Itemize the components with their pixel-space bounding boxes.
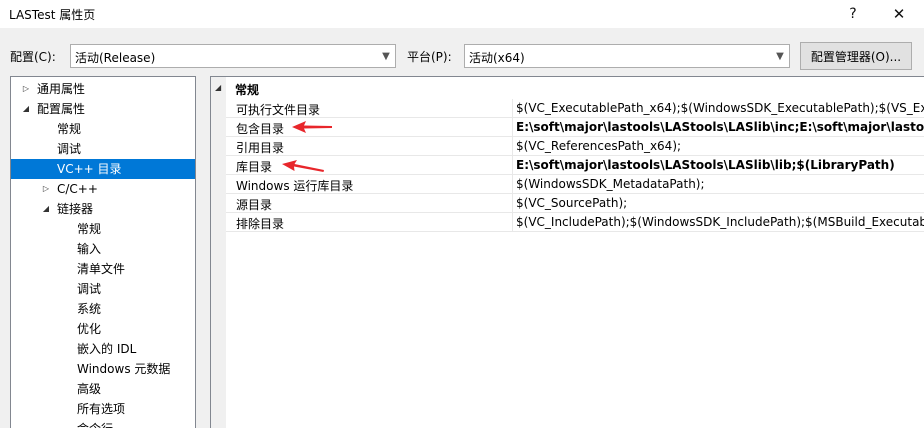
tree-item-embedded-idl[interactable]: 嵌入的 IDL <box>11 339 195 359</box>
column-separator <box>512 194 513 213</box>
platform-value: 活动(x64) <box>469 51 525 65</box>
property-name: 排除目录 <box>236 217 285 231</box>
property-value[interactable]: E:\soft\major\lastools\LAStools\LASlib\i… <box>516 120 924 134</box>
property-name: 可执行文件目录 <box>236 103 321 117</box>
property-name: 源目录 <box>236 198 273 212</box>
annotation-arrow-icon <box>282 160 324 172</box>
tree-item-config-properties[interactable]: ◢ 配置属性 <box>11 99 195 119</box>
property-tree[interactable]: ▷ 通用属性 ◢ 配置属性 常规 调试 VC++ 目录 ▷ C/C++ ◢ 链接… <box>10 76 196 428</box>
tree-item-linker-debugging[interactable]: 调试 <box>11 279 195 299</box>
property-row-executable-dirs[interactable]: 可执行文件目录 $(VC_ExecutablePath_x64);$(Windo… <box>226 99 924 118</box>
column-separator <box>512 213 513 232</box>
property-name: 引用目录 <box>236 141 285 155</box>
tree-item-advanced[interactable]: 高级 <box>11 379 195 399</box>
tree-item-general[interactable]: 常规 <box>11 119 195 139</box>
property-value[interactable]: $(VC_SourcePath); <box>516 196 627 210</box>
collapse-icon[interactable]: ◢ <box>41 199 51 219</box>
config-toolbar: 配置(C): 活动(Release) ▼ 平台(P): 活动(x64) ▼ 配置… <box>0 36 924 76</box>
tree-item-optimization[interactable]: 优化 <box>11 319 195 339</box>
property-row-source-dirs[interactable]: 源目录 $(VC_SourcePath); <box>226 194 924 213</box>
platform-dropdown[interactable]: 活动(x64) ▼ <box>464 44 790 68</box>
column-separator <box>512 175 513 194</box>
tree-item-all-options[interactable]: 所有选项 <box>11 399 195 419</box>
help-button[interactable]: ? <box>830 0 876 28</box>
property-value[interactable]: $(VC_IncludePath);$(WindowsSDK_IncludePa… <box>516 215 924 229</box>
tree-item-linker-general[interactable]: 常规 <box>11 219 195 239</box>
property-row-reference-dirs[interactable]: 引用目录 $(VC_ReferencesPath_x64); <box>226 137 924 156</box>
property-row-library-dirs[interactable]: 库目录 E:\soft\major\lastools\LAStools\LASl… <box>226 156 924 175</box>
tree-item-command-line[interactable]: 命令行 <box>11 419 195 428</box>
tree-item-c-cpp[interactable]: ▷ C/C++ <box>11 179 195 199</box>
platform-label: 平台(P): <box>407 50 452 64</box>
tree-item-debugging[interactable]: 调试 <box>11 139 195 159</box>
collapse-icon[interactable]: ◢ <box>215 83 221 92</box>
config-value: 活动(Release) <box>75 51 156 65</box>
chevron-down-icon: ▼ <box>382 50 390 62</box>
property-name: Windows 运行库目录 <box>236 179 354 193</box>
tree-item-manifest-file[interactable]: 清单文件 <box>11 259 195 279</box>
column-separator <box>512 118 513 137</box>
tree-item-windows-metadata[interactable]: Windows 元数据 <box>11 359 195 379</box>
close-button[interactable]: ✕ <box>876 0 922 28</box>
property-name: 库目录 <box>236 160 273 174</box>
grid-gutter <box>211 77 226 428</box>
window-title: LASTest 属性页 <box>9 8 96 22</box>
property-row-exclude-dirs[interactable]: 排除目录 $(VC_IncludePath);$(WindowsSDK_Incl… <box>226 213 924 232</box>
annotation-arrow-icon <box>292 121 332 133</box>
tree-item-system[interactable]: 系统 <box>11 299 195 319</box>
config-label: 配置(C): <box>10 50 56 64</box>
collapse-icon[interactable]: ◢ <box>21 99 31 119</box>
tree-item-vc-directories[interactable]: VC++ 目录 <box>11 159 195 179</box>
tree-item-linker-input[interactable]: 输入 <box>11 239 195 259</box>
expand-icon[interactable]: ▷ <box>21 79 31 99</box>
tree-item-common-properties[interactable]: ▷ 通用属性 <box>11 79 195 99</box>
property-value[interactable]: E:\soft\major\lastools\LAStools\LASlib\l… <box>516 158 895 172</box>
property-value[interactable]: $(VC_ReferencesPath_x64); <box>516 139 681 153</box>
property-name: 包含目录 <box>236 122 285 136</box>
column-separator <box>512 137 513 156</box>
property-value[interactable]: $(WindowsSDK_MetadataPath); <box>516 177 705 191</box>
property-row-winrt-dirs[interactable]: Windows 运行库目录 $(WindowsSDK_MetadataPath)… <box>226 175 924 194</box>
chevron-down-icon: ▼ <box>776 50 784 62</box>
property-value[interactable]: $(VC_ExecutablePath_x64);$(WindowsSDK_Ex… <box>516 101 924 115</box>
column-separator <box>512 99 513 118</box>
config-manager-button[interactable]: 配置管理器(O)... <box>800 42 912 70</box>
expand-icon[interactable]: ▷ <box>41 179 51 199</box>
config-dropdown[interactable]: 活动(Release) ▼ <box>70 44 396 68</box>
title-bar: LASTest 属性页 ? ✕ <box>0 0 924 28</box>
category-title: 常规 <box>235 83 260 97</box>
tree-item-linker[interactable]: ◢ 链接器 <box>11 199 195 219</box>
column-separator <box>512 156 513 175</box>
